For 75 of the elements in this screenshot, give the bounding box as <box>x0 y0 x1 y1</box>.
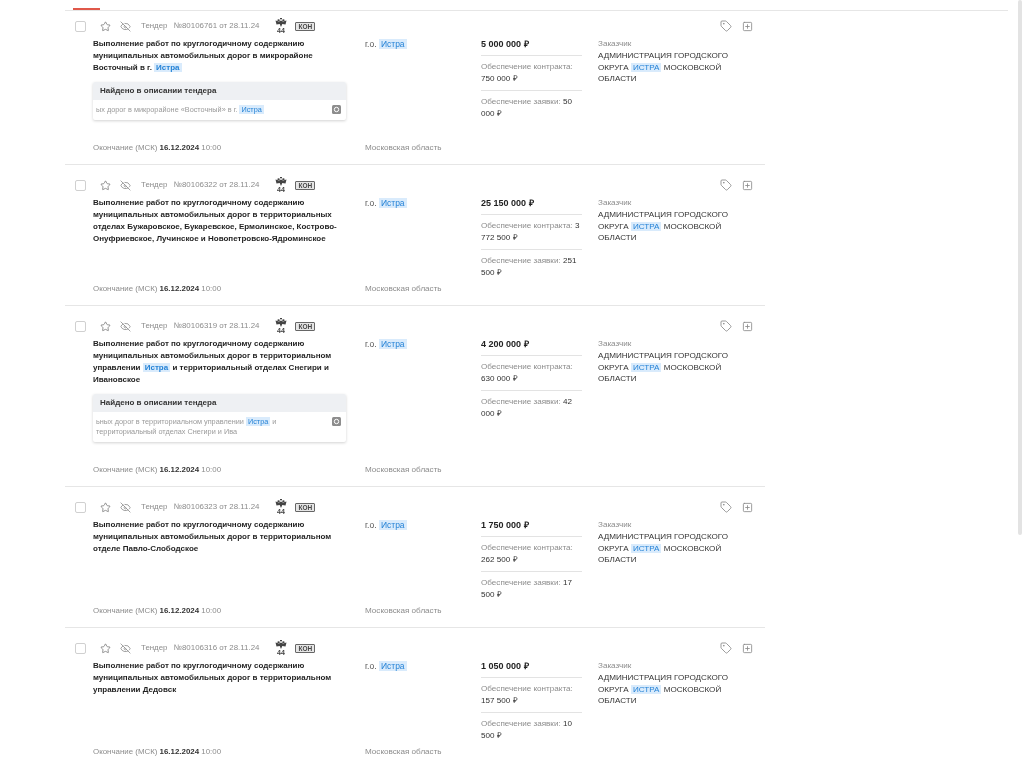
eye-off-icon[interactable] <box>120 501 131 513</box>
customer-label: Заказчик <box>598 38 633 50</box>
square-circle-icon[interactable] <box>332 417 341 426</box>
star-icon[interactable] <box>100 179 111 191</box>
tag-icon[interactable] <box>720 501 732 513</box>
region-text: г.о. Истра <box>365 38 408 50</box>
customer-name[interactable]: АДМИНИСТРАЦИЯ ГОРОДСКОГО ОКРУГА ИСТРА МОСКОВСКОЙ ОБЛАСТИ <box>598 531 738 566</box>
tag-icon[interactable] <box>720 642 732 654</box>
start-price: 4 200 000 ₽ <box>481 338 582 356</box>
bid-security: Обеспечение заявки: 10 500 ₽ <box>481 718 573 742</box>
start-price: 5 000 000 ₽ <box>481 38 582 56</box>
eagle-emblem-icon <box>274 318 287 327</box>
select-checkbox[interactable] <box>75 320 86 332</box>
eagle-emblem-icon <box>274 640 287 649</box>
plus-square-icon[interactable] <box>742 320 753 332</box>
customer-name[interactable]: АДМИНИСТРАЦИЯ ГОРОДСКОГО ОКРУГА ИСТРА МОСКОВСКОЙ ОБЛАСТИ <box>598 50 738 85</box>
region-text: г.о. Истра <box>365 660 408 672</box>
bid-security: Обеспечение заявки: 251 500 ₽ <box>481 255 578 279</box>
eye-off-icon[interactable] <box>120 179 131 191</box>
plus-square-icon[interactable] <box>742 501 753 513</box>
region-text: г.о. Истра <box>365 519 408 531</box>
select-checkbox[interactable] <box>75 642 86 654</box>
snippet-heading: Найдено в описании тендера <box>93 394 346 412</box>
tag-icon[interactable] <box>720 179 732 191</box>
plus-square-icon[interactable] <box>742 642 753 654</box>
region-text: г.о. Истра <box>365 197 408 209</box>
region-area-text: Московская область <box>365 283 443 295</box>
select-checkbox[interactable] <box>75 501 86 513</box>
region-text: г.о. Истра <box>365 338 408 350</box>
eagle-emblem-icon <box>274 18 287 27</box>
tag-icon[interactable] <box>720 20 732 32</box>
customer-label: Заказчик <box>598 338 633 350</box>
start-price: 25 150 000 ₽ <box>481 197 582 215</box>
plus-square-icon[interactable] <box>742 20 753 32</box>
customer-label: Заказчик <box>598 197 633 209</box>
customer-name[interactable]: АДМИНИСТРАЦИЯ ГОРОДСКОГО ОКРУГА ИСТРА МОСКОВСКОЙ ОБЛАСТИ <box>598 209 738 244</box>
square-circle-icon[interactable] <box>332 105 341 114</box>
region-area-text: Московская область <box>365 142 443 154</box>
tender-title[interactable]: Выполнение работ по круглогодичному содержанию муниципальных автомобильных дорог в территориальном отделе Павло-Слободское <box>93 519 349 555</box>
eye-off-icon[interactable] <box>120 320 131 332</box>
tender-title[interactable]: Выполнение работ по круглогодичному содержанию муниципальных автомобильных дорог в территориальных отделах Бужаровское, Букаревское, Ермолинское, Кострово-Онуфриевское, Лучинское и Новопетровско-Ядроминское <box>93 197 349 245</box>
bid-security: Обеспечение заявки: 17 500 ₽ <box>481 577 573 601</box>
select-checkbox[interactable] <box>75 179 86 191</box>
tender-title[interactable]: Выполнение работ по круглогодичному содержанию муниципальных автомобильных дорог в микрорайоне Восточный в г. Истра <box>93 38 349 74</box>
snippet-heading: Найдено в описании тендера <box>93 82 346 100</box>
eye-off-icon[interactable] <box>120 20 131 32</box>
region-area-text: Московская область <box>365 464 443 476</box>
bid-security: Обеспечение заявки: 50 000 ₽ <box>481 96 573 120</box>
tender-title[interactable]: Выполнение работ по круглогодичному содержанию муниципальных автомобильных дорог в территориальном управлении Дедовск <box>93 660 349 696</box>
contract-security: Обеспечение контракта: 750 000 ₽ <box>481 56 582 91</box>
eagle-emblem-icon <box>274 499 287 508</box>
region-area-text: Московская область <box>365 605 443 617</box>
select-checkbox[interactable] <box>75 20 86 32</box>
start-price: 1 050 000 ₽ <box>481 660 582 678</box>
star-icon[interactable] <box>100 642 111 654</box>
tag-icon[interactable] <box>720 320 732 332</box>
region-area-text: Московская область <box>365 746 443 758</box>
plus-square-icon[interactable] <box>742 179 753 191</box>
customer-label: Заказчик <box>598 519 633 531</box>
bid-security: Обеспечение заявки: 42 000 ₽ <box>481 396 573 420</box>
customer-label: Заказчик <box>598 660 633 672</box>
tender-title[interactable]: Выполнение работ по круглогодичному содержанию муниципальных автомобильных дорог в территориальном управлении Истра и территориальный отделах Снегири и Ивановское <box>93 338 349 386</box>
customer-name[interactable]: АДМИНИСТРАЦИЯ ГОРОДСКОГО ОКРУГА ИСТРА МОСКОВСКОЙ ОБЛАСТИ <box>598 672 738 707</box>
contract-security: Обеспечение контракта: 262 500 ₽ <box>481 537 582 572</box>
star-icon[interactable] <box>100 320 111 332</box>
contract-security: Обеспечение контракта: 630 000 ₽ <box>481 356 582 391</box>
start-price: 1 750 000 ₽ <box>481 519 582 537</box>
contract-security: Обеспечение контракта: 157 500 ₽ <box>481 678 582 713</box>
eagle-emblem-icon <box>274 177 287 186</box>
star-icon[interactable] <box>100 20 111 32</box>
star-icon[interactable] <box>100 501 111 513</box>
customer-name[interactable]: АДМИНИСТРАЦИЯ ГОРОДСКОГО ОКРУГА ИСТРА МОСКОВСКОЙ ОБЛАСТИ <box>598 350 738 385</box>
active-tab-underline <box>73 8 100 10</box>
contract-security: Обеспечение контракта: 3 772 500 ₽ <box>481 215 582 250</box>
eye-off-icon[interactable] <box>120 642 131 654</box>
